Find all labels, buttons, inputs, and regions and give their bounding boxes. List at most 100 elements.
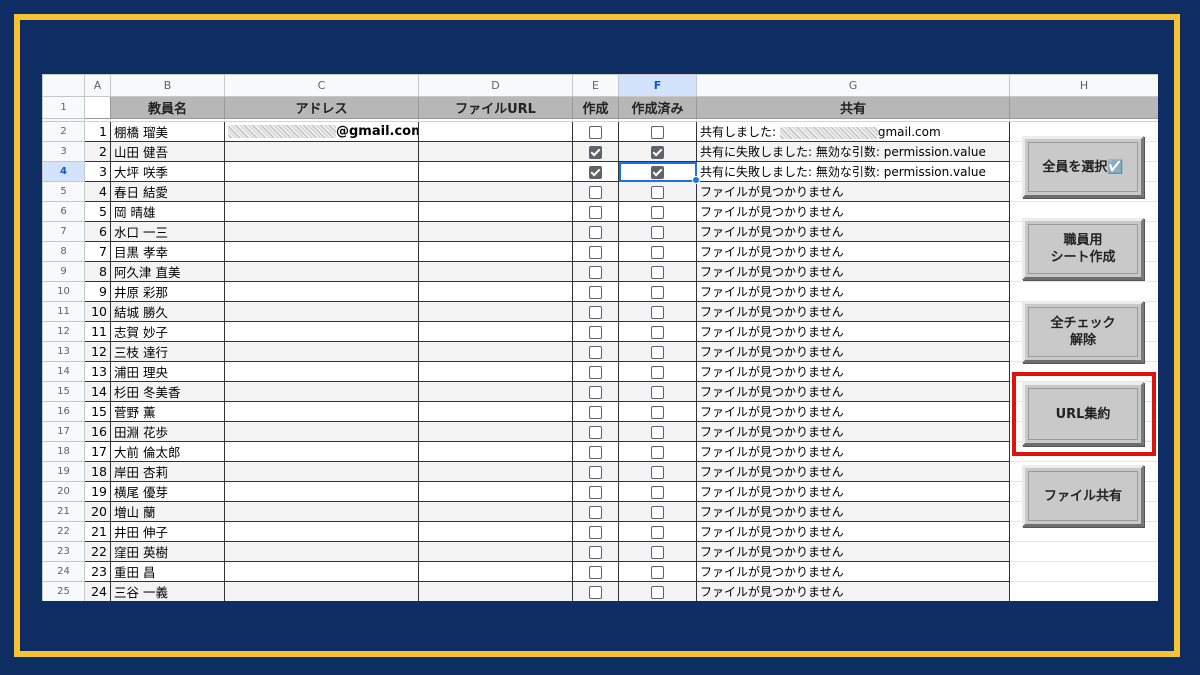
file-url[interactable]	[418, 161, 573, 182]
share-status[interactable]: ファイルが見つかりません	[696, 301, 1010, 322]
row-number[interactable]: 7	[42, 221, 85, 242]
column-header-b[interactable]: B	[110, 74, 225, 97]
created-checkbox-cell[interactable]	[572, 121, 619, 142]
header-created[interactable]: 作成	[572, 96, 619, 119]
email-address[interactable]	[224, 261, 419, 282]
created-checkbox-cell[interactable]	[572, 301, 619, 322]
created-checkbox-cell[interactable]	[572, 481, 619, 502]
teacher-name[interactable]: 山田 健吾	[110, 141, 225, 162]
row-number[interactable]: 23	[42, 541, 85, 562]
row-number[interactable]: 8	[42, 241, 85, 262]
row-number[interactable]: 2	[42, 121, 85, 142]
created-done-checkbox-cell[interactable]	[618, 161, 697, 182]
created-done-checkbox-cell[interactable]	[618, 221, 697, 242]
row-number[interactable]: 14	[42, 361, 85, 382]
share-files-button[interactable]: ファイル共有	[1022, 465, 1144, 527]
row-number[interactable]: 24	[42, 561, 85, 582]
created-done-checkbox-cell[interactable]	[618, 441, 697, 462]
created-done-checkbox-cell[interactable]	[618, 241, 697, 262]
file-url[interactable]	[418, 401, 573, 422]
row-index[interactable]: 17	[84, 441, 111, 462]
created-checkbox-cell[interactable]	[572, 501, 619, 522]
file-url[interactable]	[418, 461, 573, 482]
teacher-name[interactable]: 水口 一三	[110, 221, 225, 242]
row-index[interactable]: 6	[84, 221, 111, 242]
checkbox-checked[interactable]	[589, 146, 602, 159]
share-status[interactable]: ファイルが見つかりません	[696, 261, 1010, 282]
email-address[interactable]	[224, 441, 419, 462]
checkbox-unchecked[interactable]	[651, 466, 664, 479]
teacher-name[interactable]: 横尾 優芽	[110, 481, 225, 502]
teacher-name[interactable]: 目黒 孝幸	[110, 241, 225, 262]
corner-cell[interactable]	[42, 74, 85, 97]
row-index[interactable]: 23	[84, 561, 111, 582]
created-checkbox-cell[interactable]	[572, 421, 619, 442]
row-index[interactable]: 3	[84, 161, 111, 182]
checkbox-unchecked[interactable]	[651, 346, 664, 359]
row-index[interactable]: 15	[84, 401, 111, 422]
email-address[interactable]: @gmail.com	[224, 121, 419, 142]
file-url[interactable]	[418, 141, 573, 162]
row-index[interactable]: 20	[84, 501, 111, 522]
created-done-checkbox-cell[interactable]	[618, 561, 697, 582]
email-address[interactable]	[224, 381, 419, 402]
column-header-d[interactable]: D	[418, 74, 573, 97]
row-number[interactable]: 11	[42, 301, 85, 322]
file-url[interactable]	[418, 301, 573, 322]
checkbox-unchecked[interactable]	[589, 386, 602, 399]
share-status[interactable]: ファイルが見つかりません	[696, 221, 1010, 242]
row-index[interactable]: 12	[84, 341, 111, 362]
row-index[interactable]: 11	[84, 321, 111, 342]
checkbox-unchecked[interactable]	[589, 306, 602, 319]
teacher-name[interactable]: 岸田 杏莉	[110, 461, 225, 482]
row-index[interactable]: 2	[84, 141, 111, 162]
checkbox-unchecked[interactable]	[589, 286, 602, 299]
checkbox-unchecked[interactable]	[589, 566, 602, 579]
checkbox-unchecked[interactable]	[589, 526, 602, 539]
header-share[interactable]: 共有	[696, 96, 1010, 119]
row-number[interactable]: 1	[42, 96, 85, 119]
row-index[interactable]: 16	[84, 421, 111, 442]
created-done-checkbox-cell[interactable]	[618, 541, 697, 562]
share-status[interactable]: ファイルが見つかりません	[696, 201, 1010, 222]
checkbox-unchecked[interactable]	[589, 506, 602, 519]
checkbox-checked[interactable]	[651, 146, 664, 159]
checkbox-unchecked[interactable]	[651, 506, 664, 519]
created-checkbox-cell[interactable]	[572, 361, 619, 382]
created-done-checkbox-cell[interactable]	[618, 121, 697, 142]
file-url[interactable]	[418, 181, 573, 202]
created-done-checkbox-cell[interactable]	[618, 321, 697, 342]
share-status[interactable]: ファイルが見つかりません	[696, 441, 1010, 462]
file-url[interactable]	[418, 441, 573, 462]
file-url[interactable]	[418, 481, 573, 502]
header-file-url[interactable]: ファイルURL	[418, 96, 573, 119]
row-number[interactable]: 17	[42, 421, 85, 442]
row-number[interactable]: 19	[42, 461, 85, 482]
checkbox-unchecked[interactable]	[651, 546, 664, 559]
created-checkbox-cell[interactable]	[572, 441, 619, 462]
email-address[interactable]	[224, 361, 419, 382]
header-cell-a[interactable]	[84, 96, 111, 119]
share-status[interactable]: ファイルが見つかりません	[696, 361, 1010, 382]
checkbox-unchecked[interactable]	[589, 206, 602, 219]
create-staff-sheets-button[interactable]: 職員用 シート作成	[1022, 218, 1144, 280]
checkbox-unchecked[interactable]	[651, 226, 664, 239]
row-index[interactable]: 4	[84, 181, 111, 202]
email-address[interactable]	[224, 561, 419, 582]
email-address[interactable]	[224, 321, 419, 342]
row-number[interactable]: 13	[42, 341, 85, 362]
header-cell-h[interactable]	[1009, 96, 1158, 119]
teacher-name[interactable]: 棚橋 瑠美	[110, 121, 225, 142]
row-index[interactable]: 10	[84, 301, 111, 322]
created-checkbox-cell[interactable]	[572, 241, 619, 262]
column-header-c[interactable]: C	[224, 74, 419, 97]
share-status[interactable]: ファイルが見つかりません	[696, 401, 1010, 422]
row-number[interactable]: 5	[42, 181, 85, 202]
file-url[interactable]	[418, 341, 573, 362]
checkbox-unchecked[interactable]	[651, 366, 664, 379]
file-url[interactable]	[418, 241, 573, 262]
file-url[interactable]	[418, 381, 573, 402]
checkbox-unchecked[interactable]	[651, 186, 664, 199]
checkbox-unchecked[interactable]	[651, 426, 664, 439]
email-address[interactable]	[224, 581, 419, 601]
